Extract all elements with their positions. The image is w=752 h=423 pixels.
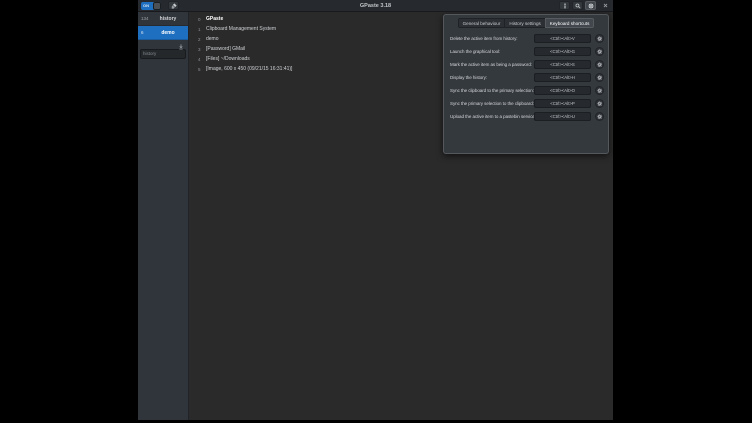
history-count-badge: 134 [141,16,151,21]
shortcut-label: Display the history: [450,75,534,80]
shortcut-input[interactable] [534,73,591,82]
window-body: 134 history 6 demo 0 GPaste [138,12,613,420]
shortcut-input[interactable] [534,99,591,108]
sidebar-item-label: history [151,16,185,22]
shortcut-input[interactable] [534,34,591,43]
shortcut-label: Mark the active item as being a password… [450,62,534,67]
gear-icon [597,114,603,120]
reset-shortcut-button[interactable] [595,112,604,121]
reset-shortcut-button[interactable] [595,60,604,69]
broom-icon [171,3,177,9]
shortcut-label: Delete the active item from history: [450,36,534,41]
sidebar: 134 history 6 demo [138,12,189,420]
item-index: 0 [198,17,204,22]
item-index: 5 [198,67,204,72]
reset-shortcut-button[interactable] [595,86,604,95]
history-search-input[interactable] [140,49,186,59]
shortcut-row-sync-primary-clipboard: Sync the primary selection to the clipbo… [444,97,608,110]
close-button[interactable] [601,1,610,10]
tab-history-settings[interactable]: History settings [504,18,545,28]
item-text: demo [206,36,219,42]
shortcut-input[interactable] [534,86,591,95]
gear-icon [597,49,603,55]
item-index: 1 [198,27,204,32]
item-text: [Image, 600 x 450 (09/21/15 16:31:41)] [206,66,292,72]
shortcut-row-delete-active: Delete the active item from history: [444,32,608,45]
reset-shortcut-button[interactable] [595,73,604,82]
shortcut-input[interactable] [534,47,591,56]
item-index: 3 [198,47,204,52]
history-switch-row [138,40,188,54]
sidebar-item-demo[interactable]: 6 demo [138,26,188,40]
about-button[interactable] [559,1,570,10]
close-icon [603,3,608,8]
shortcut-row-show-history: Display the history: [444,71,608,84]
reset-shortcut-button[interactable] [595,99,604,108]
tracking-toggle-switch[interactable]: ON [141,2,161,10]
sidebar-item-history[interactable]: 134 history [138,12,188,26]
shortcut-label: Launch the graphical tool: [450,49,534,54]
item-index: 2 [198,37,204,42]
search-icon [575,3,581,9]
shortcut-row-mark-password: Mark the active item as being a password… [444,58,608,71]
sidebar-item-label: demo [151,30,185,36]
toggle-on-label: ON [141,4,149,8]
item-text: [Files] ~/Downloads [206,56,250,62]
tab-general-behaviour[interactable]: General behaviour [458,18,506,28]
window-title: GPaste 3.18 [360,3,391,9]
item-text: GPaste [206,16,223,22]
shortcut-input[interactable] [534,60,591,69]
gear-icon [597,75,603,81]
gear-icon [588,3,594,9]
item-text: Clipboard Management System [206,26,276,32]
toggle-handle [153,2,161,10]
gear-icon [597,101,603,107]
tab-keyboard-shortcuts[interactable]: Keyboard shortcuts [545,18,595,28]
shortcut-rows: Delete the active item from history: Lau… [444,32,608,123]
shortcut-label: Upload the active item to a pastebin ser… [450,114,534,119]
settings-tabs: General behaviour History settings Keybo… [444,18,608,28]
shortcut-label: Sync the clipboard to the primary select… [450,88,534,93]
item-index: 4 [198,57,204,62]
empty-history-button[interactable] [168,1,179,10]
titlebar[interactable]: ON GPaste 3.18 [138,0,613,12]
settings-button[interactable] [585,1,596,10]
search-button[interactable] [572,1,583,10]
reset-shortcut-button[interactable] [595,47,604,56]
settings-popover: General behaviour History settings Keybo… [443,14,609,154]
shortcut-input[interactable] [534,112,591,121]
shortcut-row-sync-clipboard-primary: Sync the clipboard to the primary select… [444,84,608,97]
titlebar-buttons [559,1,610,10]
gear-icon [597,36,603,42]
reset-shortcut-button[interactable] [595,34,604,43]
gear-icon [597,88,603,94]
gear-icon [597,62,603,68]
desktop-background: ON GPaste 3.18 [0,0,752,423]
shortcut-row-launch-ui: Launch the graphical tool: [444,45,608,58]
item-text: [Password] GMail [206,46,245,52]
shortcut-row-upload-pastebin: Upload the active item to a pastebin ser… [444,110,608,123]
shortcut-label: Sync the primary selection to the clipbo… [450,101,534,106]
info-icon [562,3,568,9]
gpaste-window: ON GPaste 3.18 [138,0,613,420]
demo-count-badge: 6 [141,30,151,35]
